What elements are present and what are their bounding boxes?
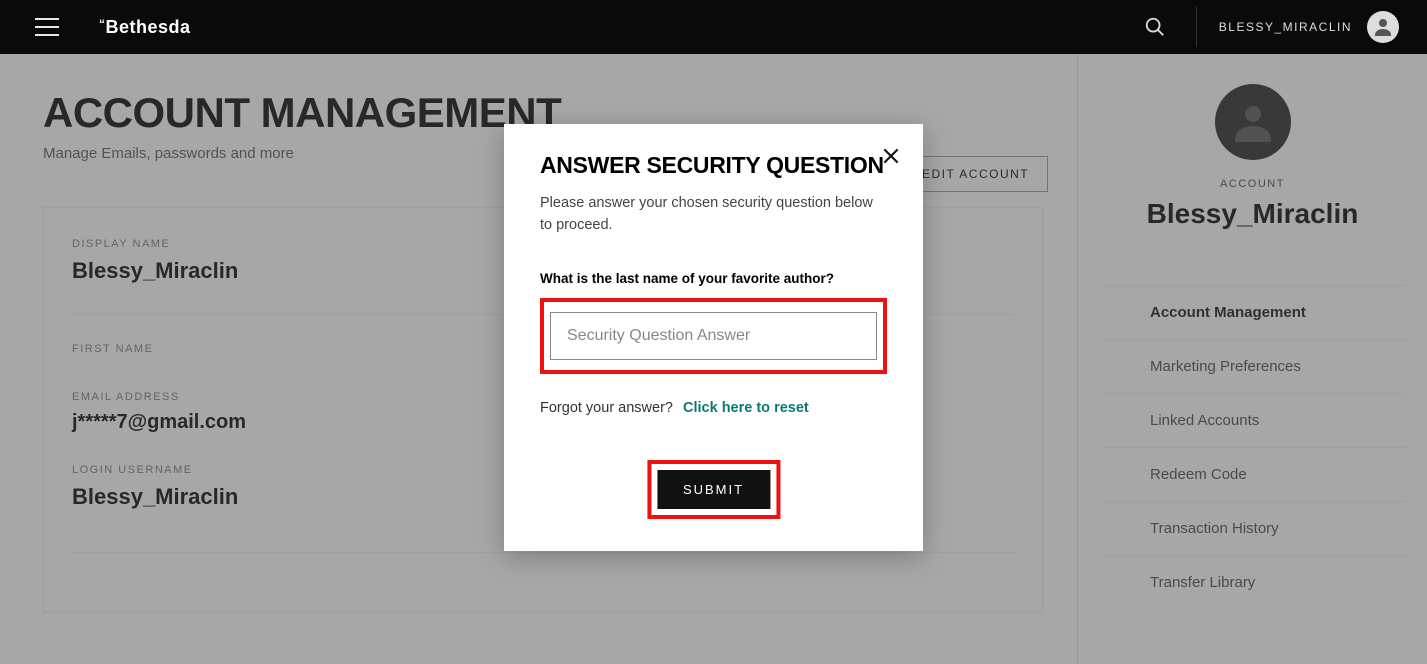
avatar-icon[interactable] — [1367, 11, 1399, 43]
security-question-modal: ANSWER SECURITY QUESTION Please answer y… — [504, 124, 923, 551]
brand-logo[interactable]: “Bethesda — [99, 17, 191, 38]
app-header: “Bethesda BLESSY_MIRACLIN — [0, 0, 1427, 54]
security-question-text: What is the last name of your favorite a… — [540, 271, 887, 286]
security-answer-input[interactable] — [550, 312, 877, 360]
divider — [1196, 7, 1197, 47]
menu-icon[interactable] — [35, 18, 59, 36]
modal-description: Please answer your chosen security quest… — [540, 193, 887, 237]
header-username[interactable]: BLESSY_MIRACLIN — [1219, 20, 1352, 34]
search-icon[interactable] — [1144, 16, 1166, 38]
forgot-text: Forgot your answer? — [540, 400, 673, 416]
forgot-answer-row: Forgot your answer? Click here to reset — [540, 400, 887, 416]
submit-highlight-box: SUBMIT — [647, 460, 780, 519]
input-highlight-box — [540, 298, 887, 374]
modal-title: ANSWER SECURITY QUESTION — [540, 152, 887, 179]
close-icon[interactable] — [881, 146, 901, 166]
reset-link[interactable]: Click here to reset — [683, 400, 809, 416]
submit-button[interactable]: SUBMIT — [657, 470, 770, 509]
